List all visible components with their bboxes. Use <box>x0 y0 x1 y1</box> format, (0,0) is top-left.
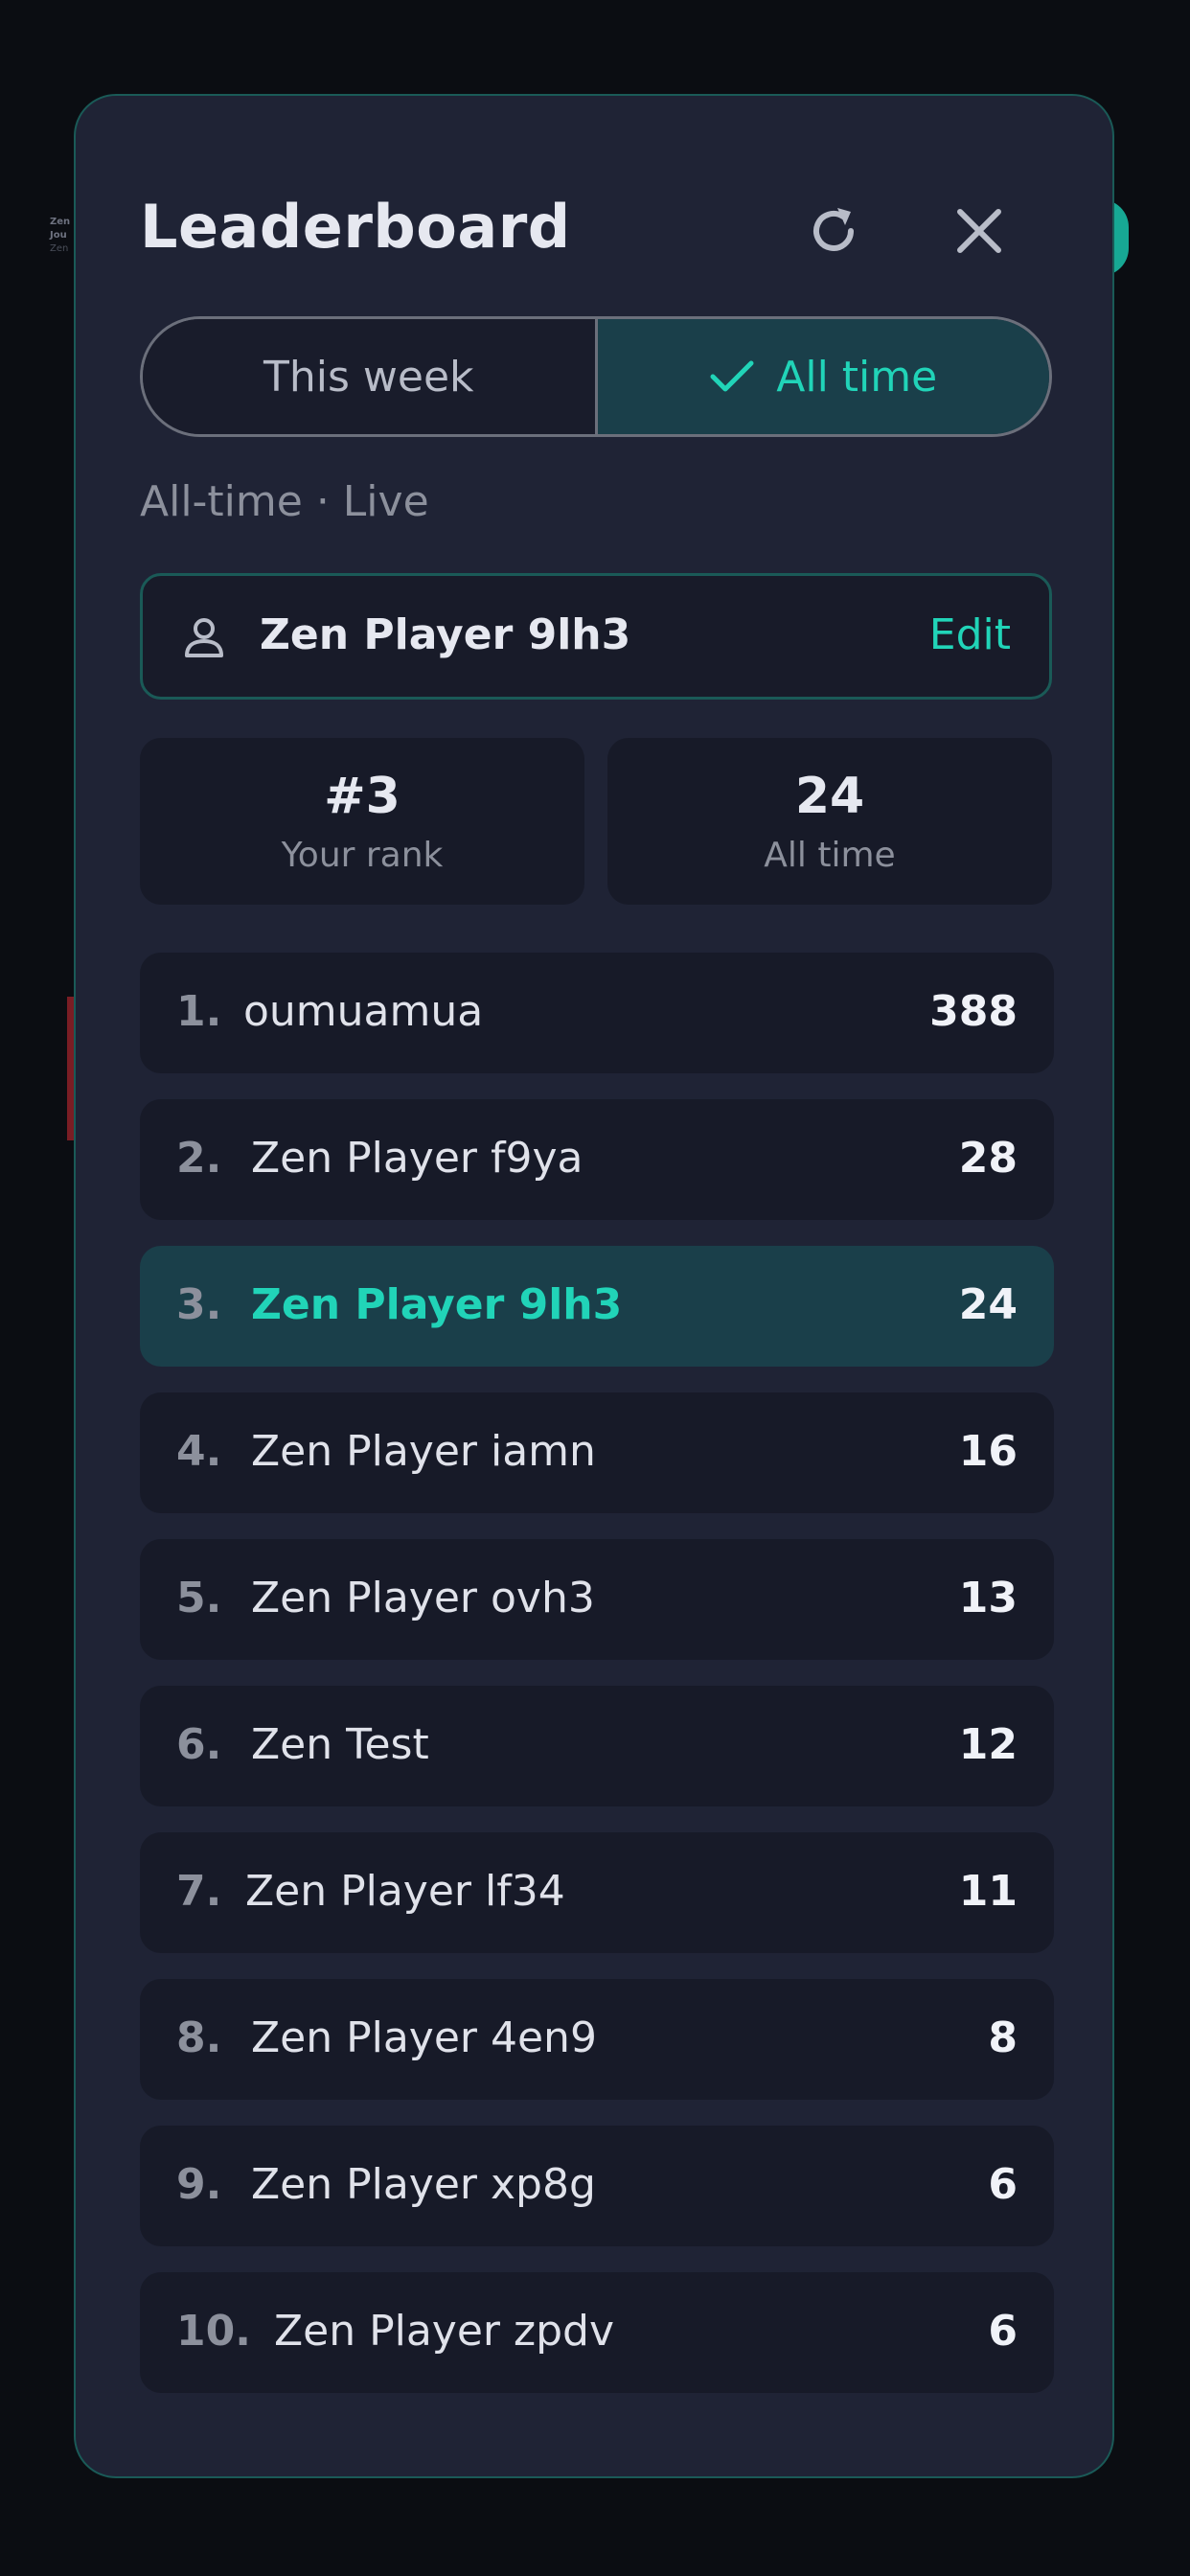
row-score: 28 <box>958 1134 1018 1183</box>
leaderboard-row-current-player[interactable]: 3. Zen Player 9lh3 24 <box>140 1246 1054 1367</box>
time-range-toggle: This week All time <box>140 316 1052 437</box>
this-week-label: This week <box>263 352 474 402</box>
leaderboard-row[interactable]: 9. Zen Player xp8g 6 <box>140 2126 1054 2246</box>
leaderboard-row[interactable]: 7. Zen Player lf34 11 <box>140 1832 1054 1953</box>
leaderboard-row[interactable]: 6. Zen Test 12 <box>140 1686 1054 1806</box>
score-stat-card: 24 All time <box>607 738 1052 905</box>
row-rank: 10. <box>176 2307 251 2356</box>
row-player-name: Zen Player zpdv <box>274 2307 614 2356</box>
panel-title: Leaderboard <box>140 192 571 262</box>
close-button[interactable] <box>936 188 1022 274</box>
background-app-text: Zen Jou Zen <box>50 216 70 256</box>
close-icon <box>957 209 1001 253</box>
row-player-name: Zen Player xp8g <box>251 2160 596 2209</box>
row-player-name: Zen Player lf34 <box>245 1867 565 1916</box>
row-player-name: Zen Player f9ya <box>251 1134 584 1183</box>
row-score: 6 <box>988 2160 1018 2209</box>
edit-name-button[interactable]: Edit <box>929 610 1011 659</box>
row-rank: 6. <box>176 1720 222 1769</box>
row-player-name: oumuamua <box>243 987 484 1036</box>
row-player-name: Zen Player 9lh3 <box>251 1280 623 1329</box>
user-icon <box>183 616 225 662</box>
row-score: 24 <box>958 1280 1018 1329</box>
row-rank: 2. <box>176 1134 222 1183</box>
row-rank: 1. <box>176 987 222 1036</box>
leaderboard-row[interactable]: 10. Zen Player zpdv 6 <box>140 2272 1054 2393</box>
rank-value: #3 <box>324 768 400 825</box>
rank-label: Your rank <box>281 836 444 875</box>
score-label: All time <box>764 836 896 875</box>
rank-stat-card: #3 Your rank <box>140 738 584 905</box>
row-score: 388 <box>929 987 1018 1036</box>
this-week-button[interactable]: This week <box>143 319 598 434</box>
leaderboard-row[interactable]: 2. Zen Player f9ya 28 <box>140 1099 1054 1220</box>
leaderboard-list: 1. oumuamua 388 2. Zen Player f9ya 28 3.… <box>140 953 1054 2419</box>
leaderboard-row[interactable]: 5. Zen Player ovh3 13 <box>140 1539 1054 1660</box>
row-rank: 8. <box>176 2013 222 2062</box>
score-value: 24 <box>794 768 865 825</box>
row-score: 16 <box>958 1427 1018 1476</box>
row-score: 6 <box>988 2307 1018 2356</box>
current-player-card: Zen Player 9lh3 Edit <box>140 573 1052 700</box>
refresh-button[interactable] <box>790 188 877 274</box>
row-player-name: Zen Test <box>251 1720 429 1769</box>
row-score: 13 <box>958 1574 1018 1622</box>
leaderboard-subtitle: All-time · Live <box>140 477 429 526</box>
leaderboard-panel: Leaderboard This week All time All-time … <box>74 94 1114 2478</box>
row-rank: 3. <box>176 1280 222 1329</box>
row-rank: 7. <box>176 1867 222 1916</box>
row-player-name: Zen Player 4en9 <box>251 2013 597 2062</box>
background-text-line: Jou <box>50 230 67 241</box>
all-time-button[interactable]: All time <box>597 319 1049 434</box>
row-score: 8 <box>988 2013 1018 2062</box>
row-rank: 4. <box>176 1427 222 1476</box>
row-rank: 9. <box>176 2160 222 2209</box>
row-player-name: Zen Player ovh3 <box>251 1574 595 1622</box>
player-name: Zen Player 9lh3 <box>260 610 631 659</box>
background-text-line: Zen <box>50 217 71 227</box>
leaderboard-row[interactable]: 4. Zen Player iamn 16 <box>140 1392 1054 1513</box>
refresh-icon <box>813 208 854 251</box>
leaderboard-row[interactable]: 8. Zen Player 4en9 8 <box>140 1979 1054 2100</box>
check-icon <box>709 357 755 396</box>
row-rank: 5. <box>176 1574 222 1622</box>
leaderboard-row[interactable]: 1. oumuamua 388 <box>140 953 1054 1073</box>
background-text-line: Zen <box>50 243 69 254</box>
all-time-label: All time <box>776 352 938 402</box>
row-player-name: Zen Player iamn <box>251 1427 596 1476</box>
row-score: 12 <box>958 1720 1018 1769</box>
row-score: 11 <box>958 1867 1018 1916</box>
